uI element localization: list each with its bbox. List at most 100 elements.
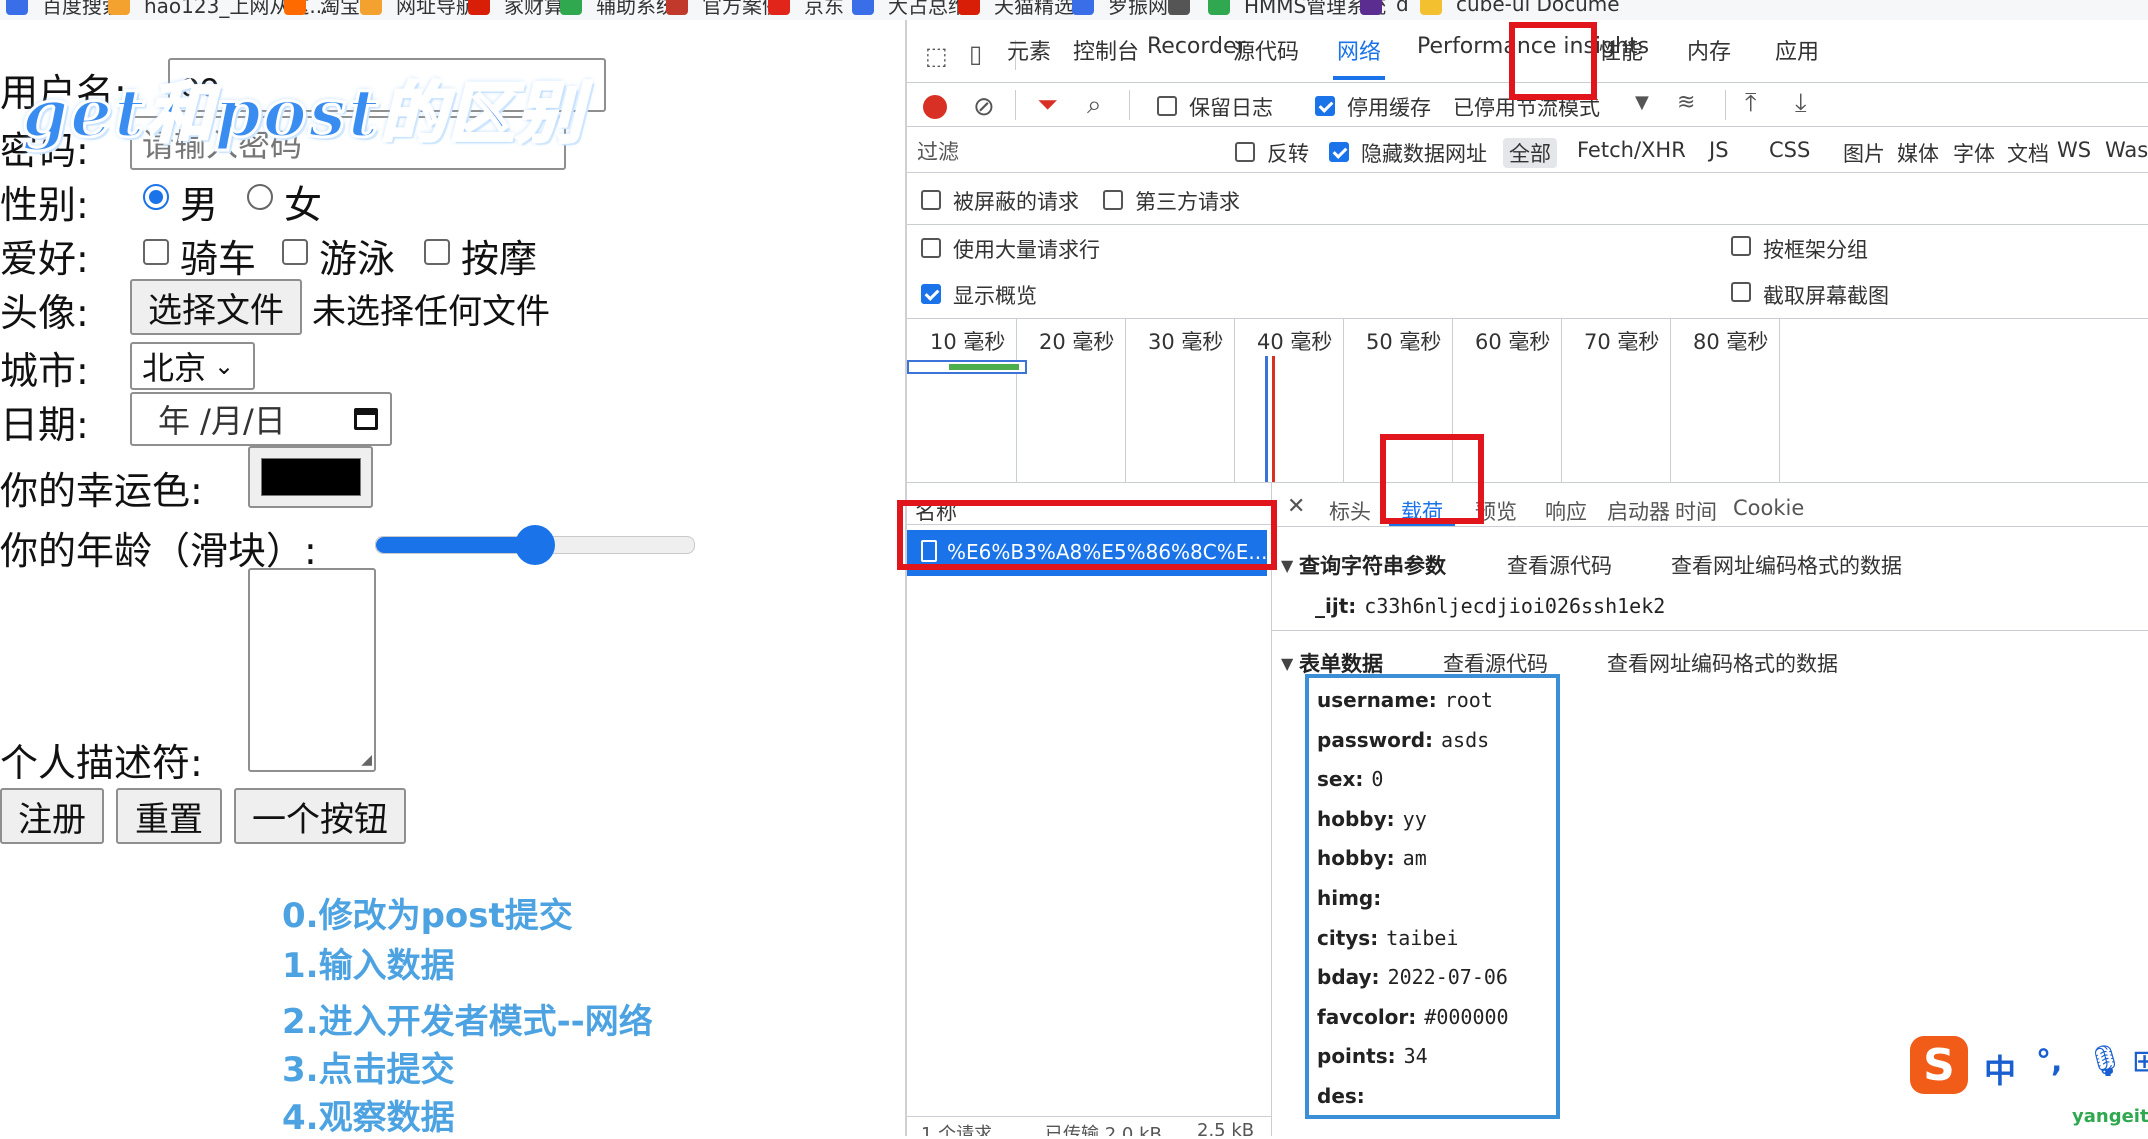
ime-lang-toggle[interactable]: 中 [1984,1046,2016,1092]
bookmark-item[interactable]: 辅助系统 [560,0,676,18]
show-overview-checkbox[interactable] [921,284,941,304]
form-data-value: #000000 [1424,1004,1509,1029]
devtools-tab[interactable]: 源代码 [1233,34,1299,66]
city-select[interactable]: 北京 ⌄ [130,342,255,390]
form-data-view-url-encoded-link[interactable]: 查看网址编码格式的数据 [1607,648,1838,678]
bookmark-item[interactable]: 网址导航 [360,0,476,18]
export-har-icon[interactable]: ⤓ [1795,88,1807,119]
male-radio[interactable] [143,184,169,210]
detail-tab[interactable]: 启动器 [1607,496,1670,526]
hobby-massage-checkbox[interactable] [424,239,450,265]
form-data-key: favcolor: [1317,1004,1417,1029]
type-filter-button[interactable]: 媒体 [1897,138,1939,168]
record-icon[interactable] [923,95,947,119]
device-toolbar-icon[interactable]: ▯ [969,40,982,68]
female-radio[interactable] [247,184,273,210]
timeline-gridline [1561,318,1562,482]
bookmark-item[interactable] [1168,0,1204,18]
query-collapse-icon[interactable]: ▼ [1281,556,1293,575]
third-party-checkbox[interactable] [1103,190,1123,210]
bookmark-item[interactable]: d [1360,0,1409,18]
hobby-bike-checkbox[interactable] [143,239,169,265]
list-detail-divider [1271,482,1272,1136]
description-textarea[interactable]: ◢ [248,568,376,772]
group-by-frame-checkbox[interactable] [1731,236,1751,256]
type-filter-button[interactable]: WS [2057,138,2091,162]
filter-input[interactable]: 过滤 [913,132,1213,166]
ime-punct-toggle[interactable]: °, [2036,1044,2062,1079]
query-view-url-encoded-link[interactable]: 查看网址编码格式的数据 [1671,550,1902,580]
hobby-label: 爱好: [0,237,89,281]
type-filter-button[interactable]: 文档 [2007,138,2049,168]
settings-divider [907,224,2148,225]
ime-logo-icon[interactable]: S [1910,1036,1968,1094]
type-filter-button[interactable]: CSS [1769,138,1810,162]
type-filter-button[interactable]: JS [1709,138,1729,162]
hobby-bike-label: 骑车 [180,237,257,281]
color-picker[interactable] [248,446,373,508]
query-view-source-link[interactable]: 查看源代码 [1507,550,1612,580]
close-icon[interactable]: ✕ [1287,494,1305,519]
invert-checkbox[interactable] [1235,142,1255,162]
bookmark-item[interactable]: cube-ui Docume [1420,0,1620,18]
ime-keyboard-icon[interactable]: ⊞ [2132,1044,2148,1079]
resize-handle-icon[interactable]: ◢ [361,752,372,768]
screenshots-checkbox[interactable] [1731,282,1751,302]
inspect-element-icon[interactable]: ⬚ [925,42,948,70]
bookmark-item[interactable]: 淘宝 [284,0,360,18]
hobby-massage-label: 按摩 [461,237,538,281]
disable-cache-checkbox[interactable] [1315,96,1335,116]
ime-microphone-icon[interactable]: 🎙 [2086,1044,2124,1079]
type-filter-button[interactable]: 全部 [1503,138,1557,168]
plain-button[interactable]: 一个按钮 [234,788,406,844]
blocked-requests-checkbox[interactable] [921,190,941,210]
detail-tab[interactable]: 响应 [1545,496,1587,526]
devtools-tab[interactable]: 控制台 [1073,34,1139,66]
network-conditions-icon[interactable]: ≋ [1677,90,1695,115]
import-har-icon[interactable]: ⤒ [1745,88,1757,119]
type-filter-button[interactable]: 图片 [1843,138,1885,168]
big-rows-checkbox[interactable] [921,238,941,258]
devtools-tab[interactable]: 内存 [1687,34,1731,66]
age-slider[interactable] [375,525,695,565]
type-filter-button[interactable]: Wasm [2105,138,2148,162]
date-input[interactable]: 年 /月/日 [130,392,392,446]
timeline-gridline [1234,318,1235,482]
bookmark-item[interactable]: 京东 [768,0,844,18]
form-data-collapse-icon[interactable]: ▼ [1281,654,1293,673]
type-filter-button[interactable]: 字体 [1953,138,1995,168]
bookmark-item[interactable]: 家财算 [468,0,564,18]
bookmark-label: cube-ui Docume [1456,0,1620,16]
bookmark-item[interactable]: 官方案例 [666,0,782,18]
throttle-dropdown-icon[interactable]: ▼ [1635,92,1649,113]
query-section-title[interactable]: 查询字符串参数 [1299,550,1446,580]
clear-icon[interactable]: ⊘ [973,92,995,122]
type-filter-button[interactable]: Fetch/XHR [1577,138,1686,162]
devtools-tab[interactable]: 性能 [1599,34,1643,66]
timeline-tick-label: 30 毫秒 [1148,330,1224,354]
choose-file-button[interactable]: 选择文件 [130,279,302,335]
hobby-swim-checkbox[interactable] [282,239,308,265]
filter-icon[interactable]: ⏷ [1037,90,1058,121]
devtools-tab[interactable]: 元素 [1007,34,1051,66]
detail-tab[interactable]: 时间 [1675,496,1717,526]
devtools-tab[interactable]: 网络 [1337,34,1381,66]
reset-button[interactable]: 重置 [116,788,222,844]
hide-data-urls-label: 隐藏数据网址 [1361,142,1487,166]
age-slider-thumb[interactable] [515,525,555,565]
devtools-tab[interactable]: 应用 [1775,34,1819,66]
hide-data-urls-checkbox[interactable] [1329,142,1349,162]
devtools-tab[interactable]: Recorder [1147,34,1246,59]
detail-tab[interactable]: 标头 [1329,496,1371,526]
form-data-value: asds [1441,727,1490,752]
submit-button[interactable]: 注册 [0,788,104,844]
form-data-key: sex: [1317,767,1364,792]
bookmark-favicon-icon [6,0,28,15]
bookmark-item[interactable]: 天猫精选 [958,0,1074,18]
preserve-log-checkbox[interactable] [1157,96,1177,116]
bookmark-item[interactable]: 百度搜索 [6,0,122,18]
bookmark-item[interactable]: 大占总维 [852,0,968,18]
search-icon[interactable]: ⌕ [1087,90,1102,121]
big-rows-label: 使用大量请求行 [953,238,1100,262]
detail-tab[interactable]: Cookie [1733,496,1804,520]
